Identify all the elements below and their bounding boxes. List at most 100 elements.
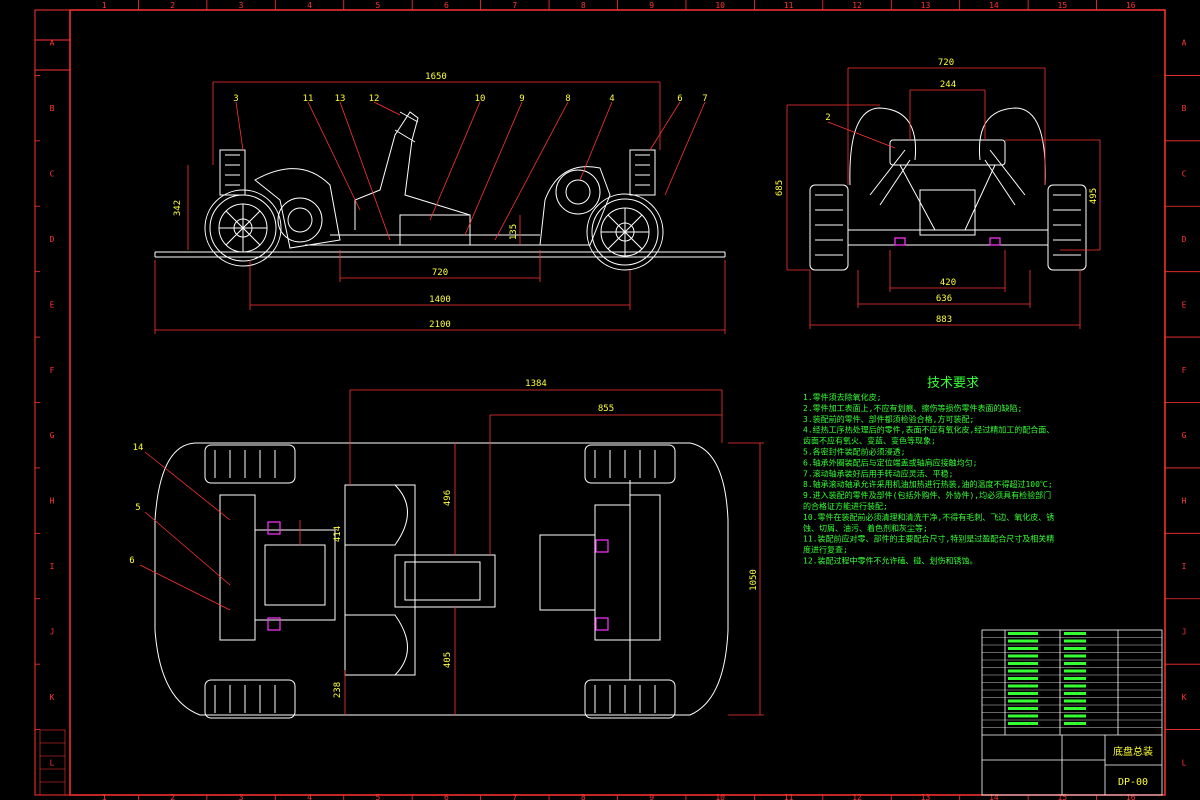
tech-requirement-line: 齿面不应有氧火、变蓝、变色等现象; [803, 436, 936, 446]
parts-list-entry [1064, 639, 1086, 643]
tech-requirement-line: 2.零件加工表面上,不应有划痕、擦伤等损伤零件表面的缺陷; [803, 403, 1022, 413]
row-marker-left: I [50, 562, 55, 571]
parts-list-entry [1064, 722, 1086, 725]
dim-244: 244 [940, 80, 956, 90]
rear-wheel [204, 189, 282, 267]
parts-list-entry [1008, 662, 1038, 665]
tech-requirement-line: 的合格证方能进行装配; [803, 501, 888, 511]
column-marker-bottom: 15 [1058, 793, 1068, 800]
parts-list-entries [1008, 632, 1086, 725]
column-marker-bottom: 8 [581, 793, 586, 800]
tech-requirement-line: 11.装配前应对零、部件的主要配合尺寸,特别是过盈配合尺寸及相关精 [803, 534, 1054, 544]
row-marker-right: G [1182, 431, 1187, 440]
dim-414: 414 [333, 526, 343, 542]
front-view-accent [894, 237, 1001, 246]
callout-3: 3 [233, 94, 238, 104]
column-marker-bottom: 4 [307, 793, 312, 800]
row-marker-right: A [1182, 39, 1187, 48]
dim-636: 636 [936, 294, 952, 304]
tech-requirements-title: 技术要求 [927, 376, 979, 391]
parts-list-entry [1064, 662, 1086, 665]
dim-495: 495 [1089, 188, 1099, 204]
callout-13: 13 [335, 94, 346, 104]
dim-883: 883 [936, 315, 952, 325]
row-marker-right: H [1182, 497, 1187, 506]
row-marker-left: C [50, 170, 55, 179]
side-view [154, 111, 726, 271]
row-marker-right: E [1182, 300, 1187, 309]
column-marker-top: 2 [170, 1, 175, 10]
row-marker-left: A [50, 39, 55, 48]
parts-list-entry [1008, 722, 1038, 725]
callout-10: 10 [475, 94, 486, 104]
parts-list-entry [1008, 647, 1038, 650]
row-marker-left: B [50, 104, 55, 113]
column-marker-bottom: 1 [102, 793, 107, 800]
parts-list-entry [1064, 677, 1086, 680]
column-marker-bottom: 13 [921, 793, 931, 800]
column-marker-top: 5 [376, 1, 381, 10]
column-marker-bottom: 7 [512, 793, 517, 800]
tech-requirement-line: 12.装配过程中零件不允许磕、碰、划伤和锈蚀。 [803, 556, 977, 566]
column-marker-bottom: 16 [1126, 793, 1136, 800]
column-marker-top: 7 [512, 1, 517, 10]
dim-855: 855 [598, 404, 614, 414]
column-marker-top: 12 [852, 1, 862, 10]
dim-1650: 1650 [425, 72, 447, 82]
drawing-number: DP-00 [1118, 777, 1148, 788]
row-marker-left: J [50, 627, 55, 636]
side-view-callouts: 3 11 13 12 10 9 8 4 6 7 [233, 94, 707, 104]
callout-2: 2 [825, 113, 830, 123]
parts-list-entry [1008, 632, 1038, 635]
callout-9: 9 [519, 94, 524, 104]
parts-list-entry [1064, 707, 1086, 710]
parts-list-entry [1008, 677, 1038, 680]
column-marker-bottom: 3 [239, 793, 244, 800]
callout-6: 6 [677, 94, 682, 104]
row-marker-right: C [1182, 170, 1187, 179]
column-marker-bottom: 14 [989, 793, 999, 800]
dim-1050: 1050 [749, 569, 759, 591]
column-marker-top: 9 [649, 1, 654, 10]
column-marker-top: 11 [784, 1, 794, 10]
column-marker-bottom: 12 [852, 793, 862, 800]
row-marker-left: K [50, 693, 55, 702]
callout-4: 4 [609, 94, 614, 104]
row-marker-right: K [1182, 693, 1187, 702]
tech-requirement-line: 4.经热工序热处理后的零件,表面不应有氧化皮,经过精加工的配合面、 [803, 425, 1054, 435]
tech-requirements-list: 1.零件须去除氧化皮;2.零件加工表面上,不应有划痕、擦伤等损伤零件表面的缺陷;… [803, 392, 1054, 566]
row-marker-right: I [1182, 562, 1187, 571]
top-view [154, 442, 729, 719]
column-marker-top: 14 [989, 1, 999, 10]
column-marker-top: 4 [307, 1, 312, 10]
row-marker-left: F [50, 366, 55, 375]
dim-238: 238 [333, 682, 343, 698]
dim-135: 135 [509, 224, 519, 240]
dim-720-front: 720 [938, 58, 954, 68]
row-marker-right: F [1182, 366, 1187, 375]
callout-12: 12 [369, 94, 380, 104]
dim-405: 405 [443, 652, 453, 668]
dim-420: 420 [940, 278, 956, 288]
callout-6: 6 [129, 556, 134, 566]
callout-8: 8 [565, 94, 570, 104]
parts-list-entry [1064, 692, 1086, 695]
parts-list-entry [1008, 669, 1038, 673]
parts-list-entry [1008, 684, 1038, 688]
callout-7: 7 [702, 94, 707, 104]
column-marker-top: 16 [1126, 1, 1136, 10]
row-marker-left: L [50, 758, 55, 767]
parts-list-entry [1008, 654, 1038, 658]
column-marker-bottom: 10 [715, 793, 725, 800]
top-view-dim-text: 1384 855 496 414 1050 405 238 14 5 6 [129, 379, 759, 698]
dim-2100: 2100 [429, 320, 451, 330]
column-marker-top: 6 [444, 1, 449, 10]
row-marker-right: D [1182, 235, 1187, 244]
parts-list-entry [1008, 639, 1038, 643]
row-marker-left: E [50, 300, 55, 309]
tech-requirement-line: 度进行复查; [803, 545, 848, 555]
parts-list-entry [1064, 714, 1086, 718]
parts-list-entry [1064, 647, 1086, 650]
column-marker-bottom: 2 [170, 793, 175, 800]
column-marker-top: 8 [581, 1, 586, 10]
